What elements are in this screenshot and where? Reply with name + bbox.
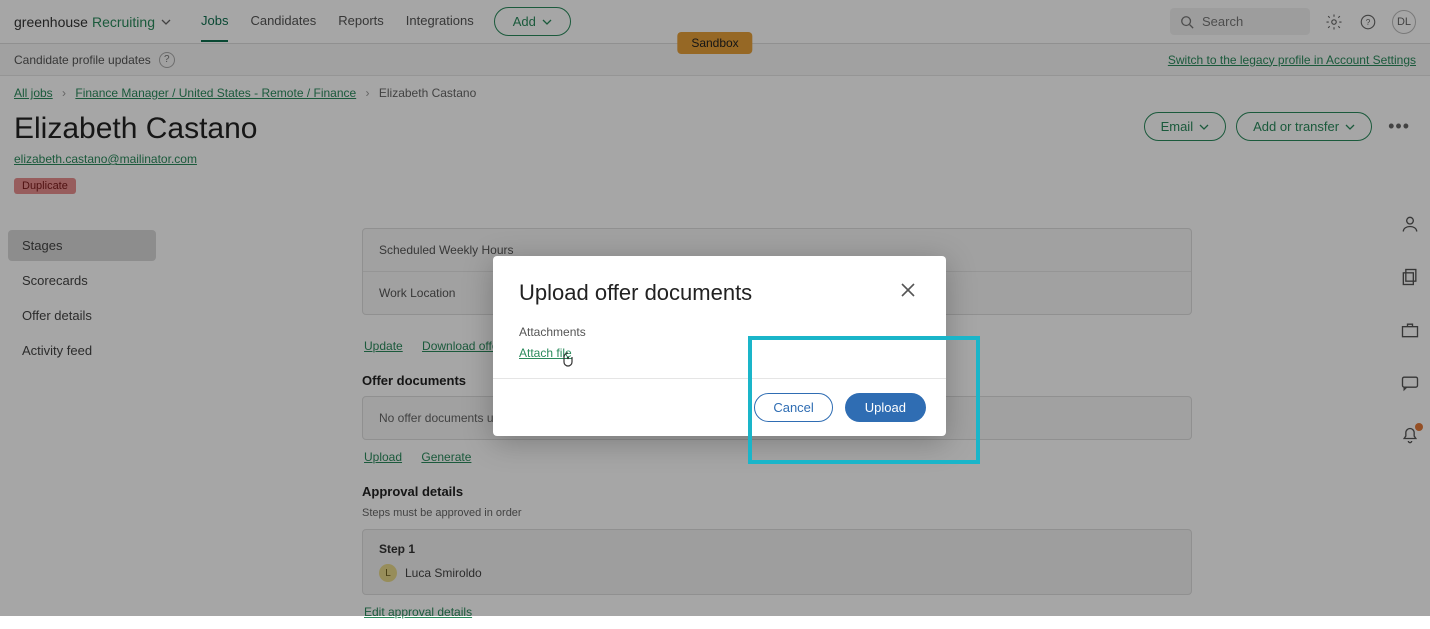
upload-button[interactable]: Upload — [845, 393, 926, 422]
cursor-icon — [561, 352, 575, 371]
upload-offer-modal: Upload offer documents Attachments Attac… — [493, 256, 946, 436]
cancel-button[interactable]: Cancel — [754, 393, 832, 422]
modal-title: Upload offer documents — [519, 280, 752, 306]
attach-file-link[interactable]: Attach file — [519, 346, 572, 360]
close-icon[interactable] — [896, 278, 920, 307]
attachments-label: Attachments — [519, 325, 920, 339]
